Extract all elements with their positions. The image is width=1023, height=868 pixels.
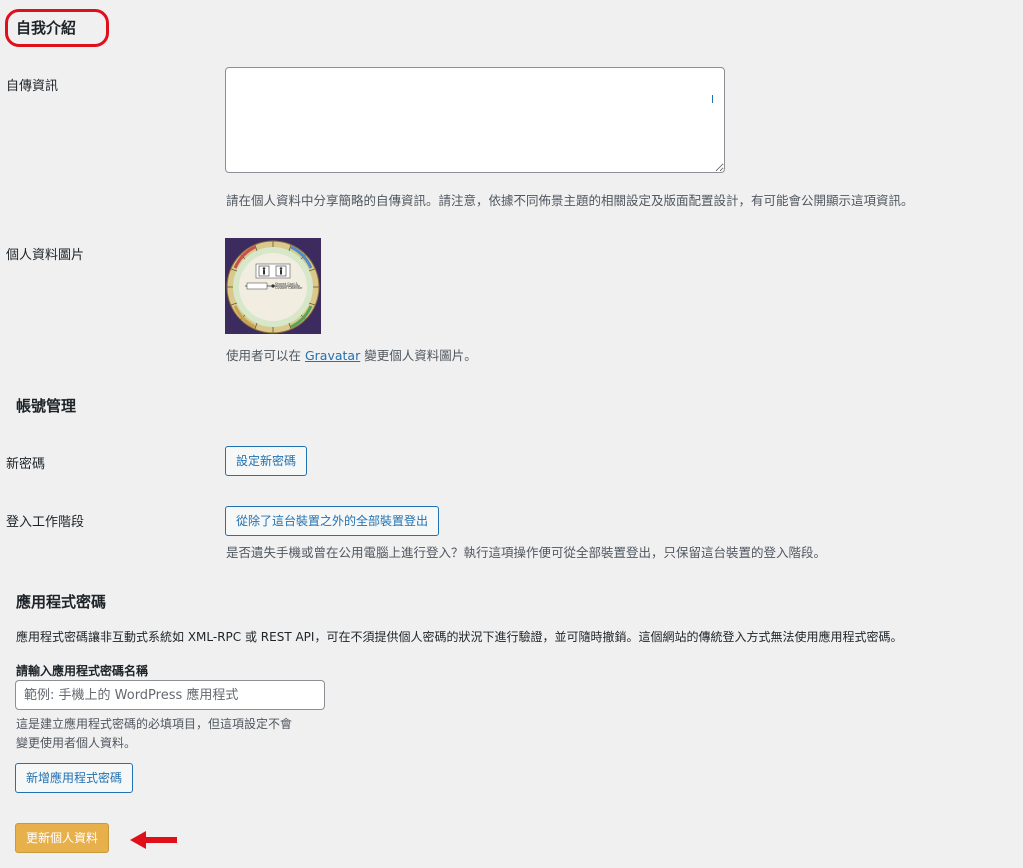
app-password-name-label: 請輸入應用程式密碼名稱 (16, 664, 149, 678)
new-password-label: 新密碼 (6, 457, 46, 472)
bio-textarea[interactable] (225, 67, 725, 173)
profile-page: 自我介紹 自傳資訊 請在個人資料中分享簡略的自傳資訊。請注意，依據不同佈景主題的… (0, 0, 1023, 868)
app-passwords-description: 應用程式密碼讓非互動式系統如 XML-RPC 或 REST API，可在不須提供… (16, 630, 903, 644)
app-password-name-input[interactable] (15, 680, 325, 710)
about-section-title: 自我介紹 (16, 19, 77, 37)
app-passwords-section-title: 應用程式密碼 (16, 593, 107, 611)
gravatar-link[interactable]: Gravatar (305, 348, 360, 363)
red-arrow-icon (130, 831, 177, 849)
avatar-description-suffix: 變更個人資料圖片。 (360, 348, 477, 363)
account-section-title: 帳號管理 (16, 397, 77, 415)
update-profile-button[interactable]: 更新個人資料 (15, 823, 110, 853)
logout-everywhere-else-button[interactable]: 從除了這台裝置之外的全部裝置登出 (225, 506, 440, 536)
bio-label: 自傳資訊 (6, 79, 59, 94)
text-caret (712, 95, 713, 103)
avatar-caption-line2: Custom Calendar (275, 286, 303, 290)
set-new-password-button[interactable]: 設定新密碼 (225, 446, 308, 476)
avatar-description-prefix: 使用者可以在 (226, 348, 305, 363)
bio-description: 請在個人資料中分享簡略的自傳資訊。請注意，依據不同佈景主題的相關設定及版面配置設… (226, 193, 914, 208)
sessions-description: 是否遺失手機或曾在公用電腦上進行登入？執行這項操作便可從全部裝置登出，只保留這台… (226, 545, 827, 560)
add-app-password-button[interactable]: 新增應用程式密碼 (15, 763, 134, 793)
app-password-help-line1: 這是建立應用程式密碼的必填項目，但這項設定不會 (16, 717, 293, 731)
avatar-label: 個人資料圖片 (6, 248, 85, 263)
sessions-label: 登入工作階段 (6, 515, 85, 530)
app-password-help-line2: 變更使用者個人資料。 (16, 736, 137, 750)
profile-avatar-image: Shared Goal & Custom Calendar (225, 238, 321, 334)
avatar-dial-graphic: Shared Goal & Custom Calendar (225, 238, 321, 334)
avatar-description: 使用者可以在 Gravatar 變更個人資料圖片。 (226, 345, 477, 364)
